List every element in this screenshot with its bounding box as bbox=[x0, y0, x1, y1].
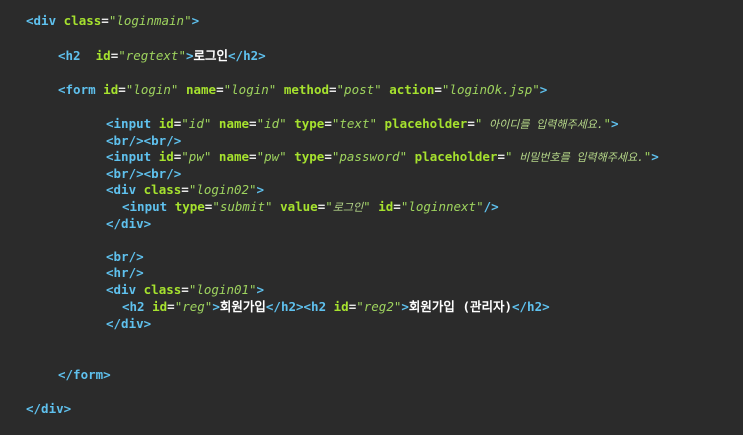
code-line-5: <br/><br/> bbox=[106, 133, 182, 148]
code-line-11: <br/> bbox=[106, 249, 144, 264]
code-line-1: <div class="loginmain"> bbox=[26, 13, 200, 28]
tag-open: <div bbox=[26, 13, 57, 28]
code-line-12: <hr/> bbox=[106, 265, 144, 280]
code-editor[interactable]: <div class="loginmain"> <h2 id="regtext"… bbox=[0, 0, 743, 435]
code-line-10: </div> bbox=[106, 216, 152, 231]
code-line-9: <input type="submit" value="로그인" id="log… bbox=[122, 199, 499, 214]
placeholder-text: 아이디를 입력해주세요. bbox=[482, 118, 604, 131]
code-line-8: <div class="login02"> bbox=[106, 182, 265, 197]
code-line-16: </form> bbox=[58, 367, 111, 382]
code-line-3: <form id="login" name="login" method="po… bbox=[58, 82, 548, 97]
heading-text: 로그인 bbox=[193, 48, 229, 63]
code-line-14: <h2 id="reg">회원가입</h2><h2 id="reg2">회원가입… bbox=[122, 299, 550, 314]
code-line-7: <br/><br/> bbox=[106, 166, 182, 181]
heading-text: 회원가입 bbox=[219, 299, 266, 314]
code-line-4: <input id="id" name="id" type="text" pla… bbox=[106, 116, 619, 131]
code-line-17: </div> bbox=[26, 401, 72, 416]
attr-name: class bbox=[63, 13, 102, 28]
code-line-2: <h2 id="regtext">로그인</h2> bbox=[58, 48, 266, 63]
placeholder-text: 비밀번호를 입력해주세요. bbox=[512, 151, 644, 164]
code-line-13: <div class="login01"> bbox=[106, 282, 265, 297]
code-line-15: </div> bbox=[106, 316, 152, 331]
code-line-6: <input id="pw" name="pw" type="password"… bbox=[106, 149, 659, 164]
heading-text: 회원가입 (관리자) bbox=[408, 299, 512, 314]
attr-value: "loginmain" bbox=[108, 13, 192, 28]
